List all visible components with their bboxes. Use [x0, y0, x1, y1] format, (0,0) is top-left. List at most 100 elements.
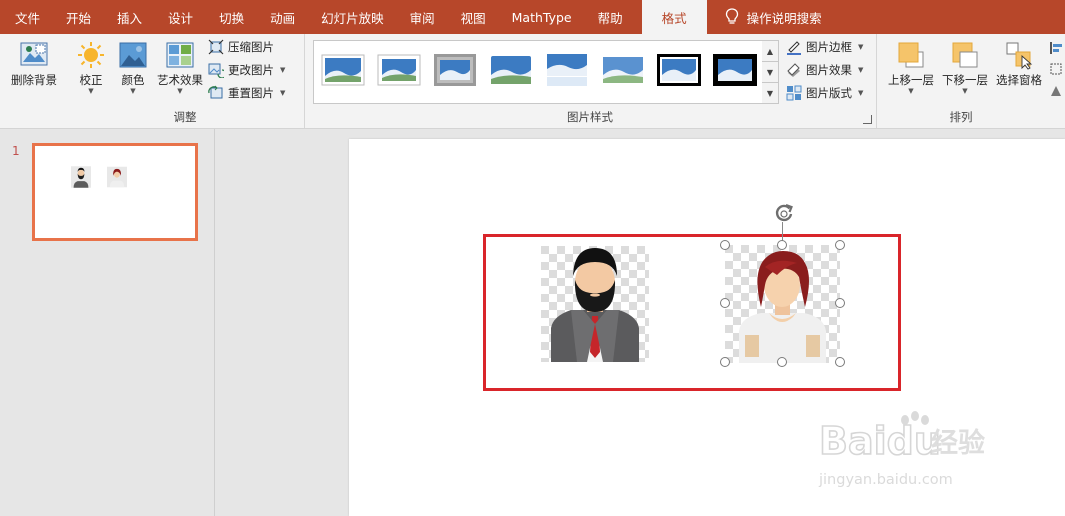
gallery-scroll-up[interactable]: ▲ [762, 41, 778, 62]
resize-handle-se[interactable] [835, 357, 845, 367]
resize-handle-sw[interactable] [720, 357, 730, 367]
resize-handle-nw[interactable] [720, 240, 730, 250]
resize-handle-e[interactable] [835, 298, 845, 308]
gallery-scroll-down[interactable]: ▼ [762, 62, 778, 83]
tab-view[interactable]: 视图 [448, 0, 499, 34]
tab-insert[interactable]: 插入 [104, 0, 155, 34]
resize-handle-n[interactable] [777, 240, 787, 250]
resize-handle-ne[interactable] [835, 240, 845, 250]
corrections-button[interactable]: 校正 ▼ [74, 40, 108, 96]
tab-review[interactable]: 审阅 [397, 0, 448, 34]
man-avatar-image[interactable] [541, 246, 649, 362]
picture-border-icon [787, 41, 801, 55]
reset-picture-button[interactable]: 重置图片 ▼ [208, 85, 285, 101]
chevron-down-icon: ▼ [858, 66, 864, 74]
resize-handle-s[interactable] [777, 357, 787, 367]
picture-effects-label: 图片效果 [806, 63, 852, 77]
artistic-effects-label: 艺术效果 [157, 73, 203, 87]
group-label-picture-styles: 图片样式 [567, 110, 613, 124]
watermark-brand: Baidu [819, 419, 941, 463]
remove-background-icon [20, 42, 48, 66]
dialog-launcher-icon[interactable] [863, 115, 872, 124]
picture-color-icon [119, 42, 147, 68]
tell-me-label: 操作说明搜索 [746, 10, 822, 26]
group-arrange: 上移一层 ▼ 下移一层 ▼ 选择窗格 排列 [877, 34, 1065, 128]
bring-forward-button[interactable]: 上移一层 ▼ [885, 40, 937, 96]
chevron-down-icon: ▼ [858, 89, 864, 97]
picture-style-6[interactable] [600, 51, 646, 89]
color-button[interactable]: 颜色 ▼ [116, 40, 150, 96]
align-icons[interactable] [1049, 40, 1063, 100]
tab-mathtype[interactable]: MathType [499, 0, 585, 34]
lightbulb-icon [725, 8, 738, 24]
group-label-arrange: 排列 [949, 110, 973, 124]
change-picture-button[interactable]: 更改图片 ▼ [208, 62, 285, 78]
woman-avatar-image[interactable] [725, 245, 840, 363]
compress-label: 压缩图片 [228, 40, 274, 54]
ribbon-tab-bar: 文件 开始 插入 设计 切换 动画 幻灯片放映 审阅 视图 MathType 帮… [0, 0, 1065, 34]
picture-style-5[interactable] [544, 51, 590, 89]
remove-background-label: 删除背景 [11, 73, 57, 87]
baidu-jingyan-watermark: Baidu 经验 jingyan.baidu.com [818, 411, 985, 488]
compress-icon [208, 39, 224, 55]
send-backward-button[interactable]: 下移一层 ▼ [939, 40, 991, 96]
corrections-label: 校正 [79, 73, 103, 87]
chevron-down-icon: ▼ [280, 89, 286, 97]
slide-thumbnail-1[interactable] [32, 143, 198, 241]
picture-border-label: 图片边框 [806, 40, 852, 54]
picture-style-4[interactable] [488, 51, 534, 89]
picture-effects-icon [787, 63, 800, 77]
compress-pictures-button[interactable]: 压缩图片 [208, 39, 274, 55]
tab-design[interactable]: 设计 [155, 0, 206, 34]
tab-slideshow[interactable]: 幻灯片放映 [308, 0, 397, 34]
watermark-cn: 经验 [931, 427, 985, 459]
chevron-down-icon: ▼ [130, 87, 136, 95]
send-backward-icon [952, 42, 978, 68]
picture-style-1[interactable] [320, 51, 366, 89]
resize-handle-w[interactable] [720, 298, 730, 308]
chevron-down-icon: ▼ [908, 87, 914, 95]
artistic-effects-button[interactable]: 艺术效果 ▼ [154, 40, 206, 96]
tell-me-search[interactable]: 操作说明搜索 [713, 8, 822, 27]
tab-format[interactable]: 格式 [641, 0, 707, 34]
tab-animations[interactable]: 动画 [257, 0, 308, 34]
gallery-scroll: ▲ ▼ ▼ [762, 40, 779, 104]
picture-effects-button[interactable]: 图片效果 ▼ [786, 62, 863, 78]
group-remove-bg: 删除背景 [0, 34, 66, 128]
chevron-down-icon: ▼ [962, 87, 968, 95]
gallery-more[interactable]: ▼ [762, 83, 778, 103]
tab-transitions[interactable]: 切换 [206, 0, 257, 34]
picture-style-2[interactable] [376, 51, 422, 89]
selection-pane-icon [1006, 42, 1033, 70]
watermark-url: jingyan.baidu.com [818, 472, 953, 488]
artistic-effects-icon [166, 42, 194, 68]
chevron-down-icon: ▼ [858, 43, 864, 51]
tab-help[interactable]: 帮助 [585, 0, 636, 34]
picture-styles-gallery [313, 40, 764, 104]
chevron-down-icon: ▼ [88, 87, 94, 95]
picture-style-3[interactable] [432, 51, 478, 89]
tab-file[interactable]: 文件 [0, 0, 53, 34]
slide-number: 1 [12, 144, 20, 158]
remove-background-button[interactable]: 删除背景 [5, 40, 63, 87]
send-backward-label: 下移一层 [942, 73, 988, 87]
chevron-down-icon: ▼ [177, 87, 183, 95]
bring-forward-label: 上移一层 [888, 73, 934, 87]
selection-pane-label: 选择窗格 [996, 73, 1042, 87]
color-label: 颜色 [121, 73, 145, 87]
picture-layout-label: 图片版式 [806, 86, 852, 100]
bring-forward-icon [898, 42, 924, 68]
rotate-handle-icon[interactable] [773, 202, 795, 224]
thumb-man-image [71, 166, 91, 188]
thumb-woman-image [107, 166, 127, 188]
picture-style-8[interactable] [712, 51, 758, 89]
slide-thumbnail-pane: 1 [0, 129, 215, 516]
picture-style-7[interactable] [656, 51, 702, 89]
tab-home[interactable]: 开始 [53, 0, 104, 34]
selection-pane-button[interactable]: 选择窗格 [993, 40, 1045, 87]
picture-border-button[interactable]: 图片边框 ▼ [786, 39, 863, 55]
change-picture-label: 更改图片 [228, 63, 274, 77]
picture-layout-button[interactable]: 图片版式 ▼ [786, 85, 863, 101]
group-label-adjust: 调整 [173, 110, 197, 124]
reset-picture-icon [208, 85, 223, 99]
